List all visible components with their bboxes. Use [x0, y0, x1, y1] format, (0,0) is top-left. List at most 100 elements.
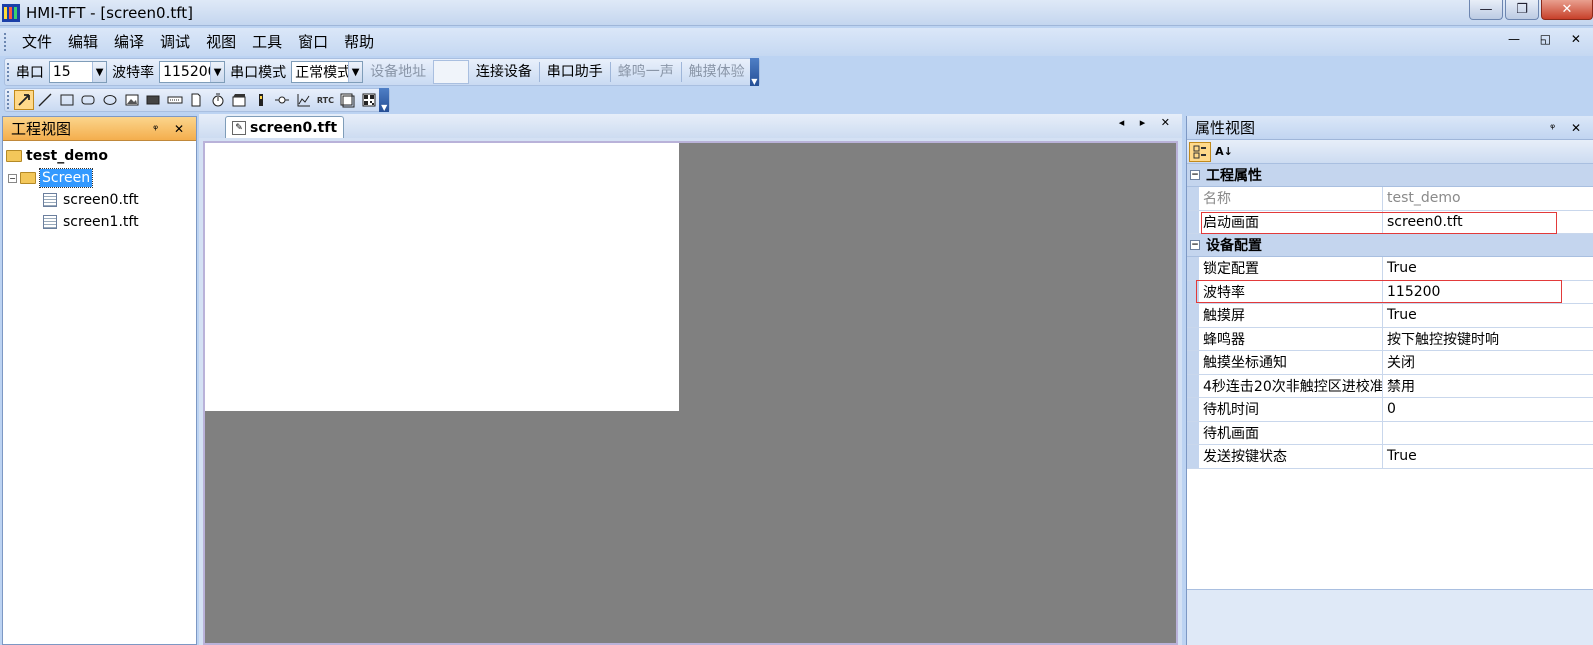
property-value[interactable]: 按下触控按键时响: [1383, 328, 1593, 351]
property-value[interactable]: screen0.tft: [1383, 211, 1593, 234]
close-icon: ✕: [1561, 2, 1573, 17]
serial-toolbar-grip[interactable]: [7, 63, 11, 81]
toolbar-overflow-icon[interactable]: ▼: [749, 58, 760, 86]
property-row[interactable]: 锁定配置 True: [1187, 257, 1593, 281]
window-icon[interactable]: [337, 90, 357, 110]
property-row[interactable]: 待机时间 0: [1187, 398, 1593, 422]
chart-icon[interactable]: [294, 90, 314, 110]
ellipse-icon[interactable]: [100, 90, 120, 110]
property-row[interactable]: 触摸屏 True: [1187, 304, 1593, 328]
tab-scroll-close-icons[interactable]: ◂ ▸ ✕: [1119, 116, 1176, 129]
beep-button[interactable]: 蜂鸣一声: [613, 60, 679, 84]
collapse-icon[interactable]: −: [1190, 170, 1200, 180]
tools-toolbar-grip[interactable]: [7, 91, 11, 109]
rtc-icon[interactable]: RTC: [316, 90, 336, 110]
property-key: 4秒连击20次非触控区进校准: [1187, 374, 1383, 397]
connect-device-button[interactable]: 连接设备: [471, 60, 537, 84]
minimize-button[interactable]: —: [1469, 0, 1503, 20]
menu-edit[interactable]: 编辑: [60, 30, 106, 54]
property-row[interactable]: 待机画面: [1187, 421, 1593, 445]
baud-label: 波特率: [112, 65, 155, 81]
folder-icon: [6, 150, 22, 162]
title-bar: HMI-TFT - [screen0.tft] — ❐ ✕: [0, 0, 1593, 26]
menu-window[interactable]: 窗口: [290, 30, 336, 54]
baud-select[interactable]: 115200 ▼: [159, 61, 226, 83]
menu-help[interactable]: 帮助: [336, 30, 382, 54]
property-row[interactable]: 波特率 115200: [1187, 279, 1593, 304]
panel-pin-close-icons[interactable]: ᵠ ✕: [153, 122, 190, 136]
property-value[interactable]: 禁用: [1383, 375, 1593, 398]
device-address-input[interactable]: [433, 60, 469, 84]
sort-alpha-icon[interactable]: A↓: [1213, 142, 1235, 162]
editor-area: ✎ screen0.tft ◂ ▸ ✕: [199, 114, 1182, 645]
rounded-rect-icon[interactable]: [79, 90, 99, 110]
video-icon[interactable]: [229, 90, 249, 110]
picture-icon[interactable]: [122, 90, 142, 110]
property-value[interactable]: 关闭: [1383, 351, 1593, 374]
page-icon[interactable]: [186, 90, 206, 110]
document-icon: ✎: [232, 120, 246, 135]
panel-pin-close-icons[interactable]: ᵠ ✕: [1550, 121, 1587, 135]
property-value[interactable]: 0: [1383, 398, 1593, 421]
switch-icon[interactable]: [273, 90, 293, 110]
section-device-config[interactable]: − 设备配置: [1187, 234, 1593, 257]
collapse-icon[interactable]: −: [8, 173, 17, 183]
slider-icon[interactable]: [251, 90, 271, 110]
window-title: HMI-TFT - [screen0.tft]: [26, 3, 193, 22]
chevron-down-icon[interactable]: ▼: [210, 62, 225, 82]
rtc-label: RTC: [316, 95, 334, 105]
chevron-down-icon[interactable]: ▼: [348, 62, 363, 82]
property-row[interactable]: 4秒连击20次非触控区进校准 禁用: [1187, 374, 1593, 398]
toolbar-overflow-icon[interactable]: ▼: [379, 88, 390, 112]
properties-panel-title: 属性视图: [1195, 119, 1256, 137]
menu-view[interactable]: 视图: [198, 30, 244, 54]
rectangle-icon[interactable]: [57, 90, 77, 110]
maximize-button[interactable]: ❐: [1505, 0, 1539, 20]
menu-compile[interactable]: 编译: [106, 30, 152, 54]
port-select[interactable]: 15 ▼: [48, 61, 108, 83]
mdi-controls[interactable]: — ◱ ✕: [1508, 32, 1589, 46]
menu-tools[interactable]: 工具: [244, 30, 290, 54]
tree-file[interactable]: screen0.tft: [3, 189, 196, 211]
property-key: 名称: [1187, 187, 1383, 210]
project-panel-title: 工程视图: [11, 120, 72, 138]
text-icon[interactable]: [165, 90, 185, 110]
chevron-down-icon[interactable]: ▼: [92, 62, 107, 82]
menu-debug[interactable]: 调试: [152, 30, 198, 54]
tree-root-label: test_demo: [26, 148, 108, 164]
touch-test-button[interactable]: 触摸体验: [684, 60, 750, 84]
section-project-properties[interactable]: − 工程属性: [1187, 164, 1593, 187]
design-canvas[interactable]: [203, 141, 1178, 645]
property-row[interactable]: 启动画面 screen0.tft: [1187, 210, 1593, 234]
tree-file[interactable]: screen1.tft: [3, 211, 196, 233]
tree-folder-screen[interactable]: − Screen: [3, 167, 196, 189]
button-icon[interactable]: [143, 90, 163, 110]
property-value[interactable]: True: [1383, 445, 1593, 468]
file-icon: [43, 215, 57, 229]
property-value[interactable]: 115200: [1383, 281, 1593, 304]
menu-file[interactable]: 文件: [14, 30, 60, 54]
property-key: 波特率: [1187, 280, 1383, 303]
tab-screen0[interactable]: ✎ screen0.tft: [225, 116, 345, 138]
property-value[interactable]: True: [1383, 304, 1593, 327]
menu-grip[interactable]: [4, 33, 8, 51]
tree-root[interactable]: test_demo: [3, 145, 196, 167]
categorized-icon[interactable]: [1189, 141, 1211, 162]
property-value[interactable]: True: [1383, 257, 1593, 280]
mode-select[interactable]: 正常模式 ▼: [291, 61, 364, 83]
property-value[interactable]: test_demo: [1383, 187, 1593, 210]
property-value[interactable]: [1383, 422, 1593, 445]
timer-icon[interactable]: [208, 90, 228, 110]
app-icon: [2, 3, 20, 22]
line-icon[interactable]: [36, 90, 56, 110]
collapse-icon[interactable]: −: [1190, 240, 1200, 250]
design-screen-page[interactable]: [205, 143, 679, 411]
pointer-icon[interactable]: [13, 90, 34, 110]
property-row[interactable]: 蜂鸣器 按下触控按键时响: [1187, 327, 1593, 351]
property-row[interactable]: 发送按键状态 True: [1187, 445, 1593, 469]
property-row[interactable]: 名称 test_demo: [1187, 187, 1593, 211]
serial-assistant-button[interactable]: 串口助手: [542, 60, 608, 84]
qrcode-icon[interactable]: [359, 90, 379, 110]
close-button[interactable]: ✕: [1541, 0, 1593, 20]
property-row[interactable]: 触摸坐标通知 关闭: [1187, 351, 1593, 375]
